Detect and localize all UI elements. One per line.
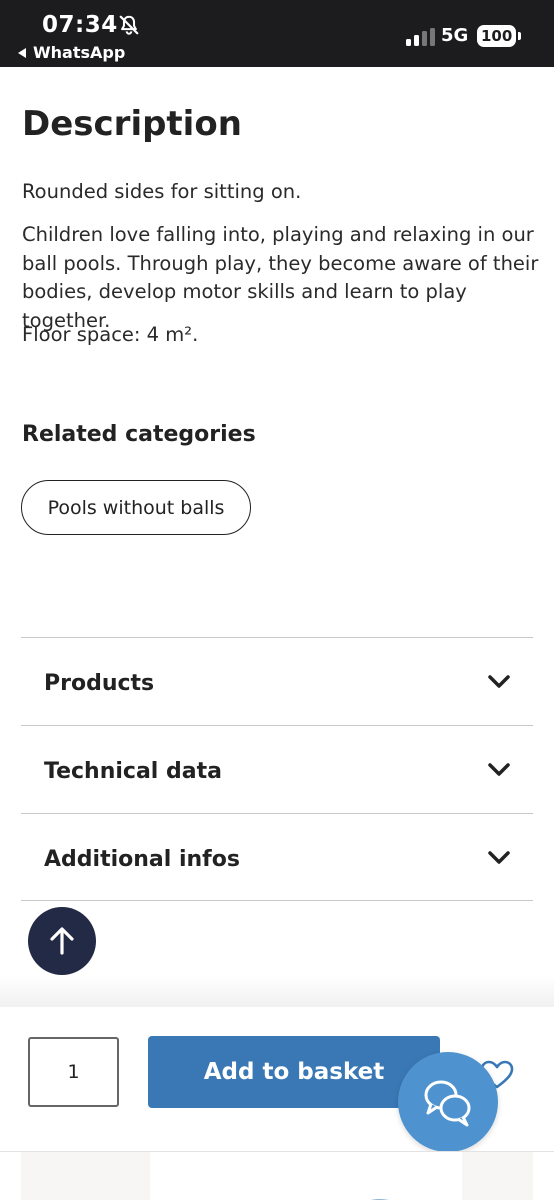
signal-icon <box>406 28 435 46</box>
category-chip-pools-without-balls[interactable]: Pools without balls <box>21 480 251 535</box>
arrow-up-icon <box>50 927 74 955</box>
back-to-app-link[interactable]: WhatsApp <box>18 43 125 62</box>
chevron-down-icon <box>488 675 510 688</box>
back-app-label: WhatsApp <box>33 43 126 62</box>
accordion-label: Additional infos <box>44 847 240 872</box>
description-paragraph: Children love falling into, playing and … <box>22 223 539 332</box>
quantity-input[interactable]: 1 <box>28 1037 119 1107</box>
battery-indicator: 100 <box>477 25 522 47</box>
chat-bubbles-icon <box>424 1080 471 1127</box>
details-accordion: Products Technical data Additional infos <box>21 637 533 901</box>
accordion-additional-infos[interactable]: Additional infos <box>21 813 533 901</box>
scroll-to-top-button[interactable] <box>28 907 96 975</box>
battery-tip <box>518 32 522 40</box>
status-bar: 07:34 WhatsApp 5G 100 <box>0 0 554 67</box>
description-paragraph: Rounded sides for sitting on. <box>22 180 302 203</box>
accordion-products[interactable]: Products <box>21 637 533 725</box>
chevron-down-icon <box>488 851 510 864</box>
add-to-basket-button[interactable]: Add to basket <box>148 1036 440 1108</box>
description-heading: Description <box>22 104 242 144</box>
accordion-label: Technical data <box>44 759 222 784</box>
related-categories-heading: Related categories <box>22 422 256 447</box>
accordion-technical-data[interactable]: Technical data <box>21 725 533 813</box>
chevron-down-icon <box>488 763 510 776</box>
status-time: 07:34 <box>42 12 118 38</box>
bell-slash-icon <box>119 15 139 35</box>
chat-button[interactable] <box>398 1052 498 1152</box>
description-paragraph: Floor space: 4 m². <box>22 323 199 346</box>
product-image-preview <box>371 1199 389 1200</box>
network-type: 5G <box>441 25 469 46</box>
battery-level: 100 <box>477 25 517 47</box>
accordion-label: Products <box>44 671 155 696</box>
back-arrow-icon <box>18 47 26 58</box>
